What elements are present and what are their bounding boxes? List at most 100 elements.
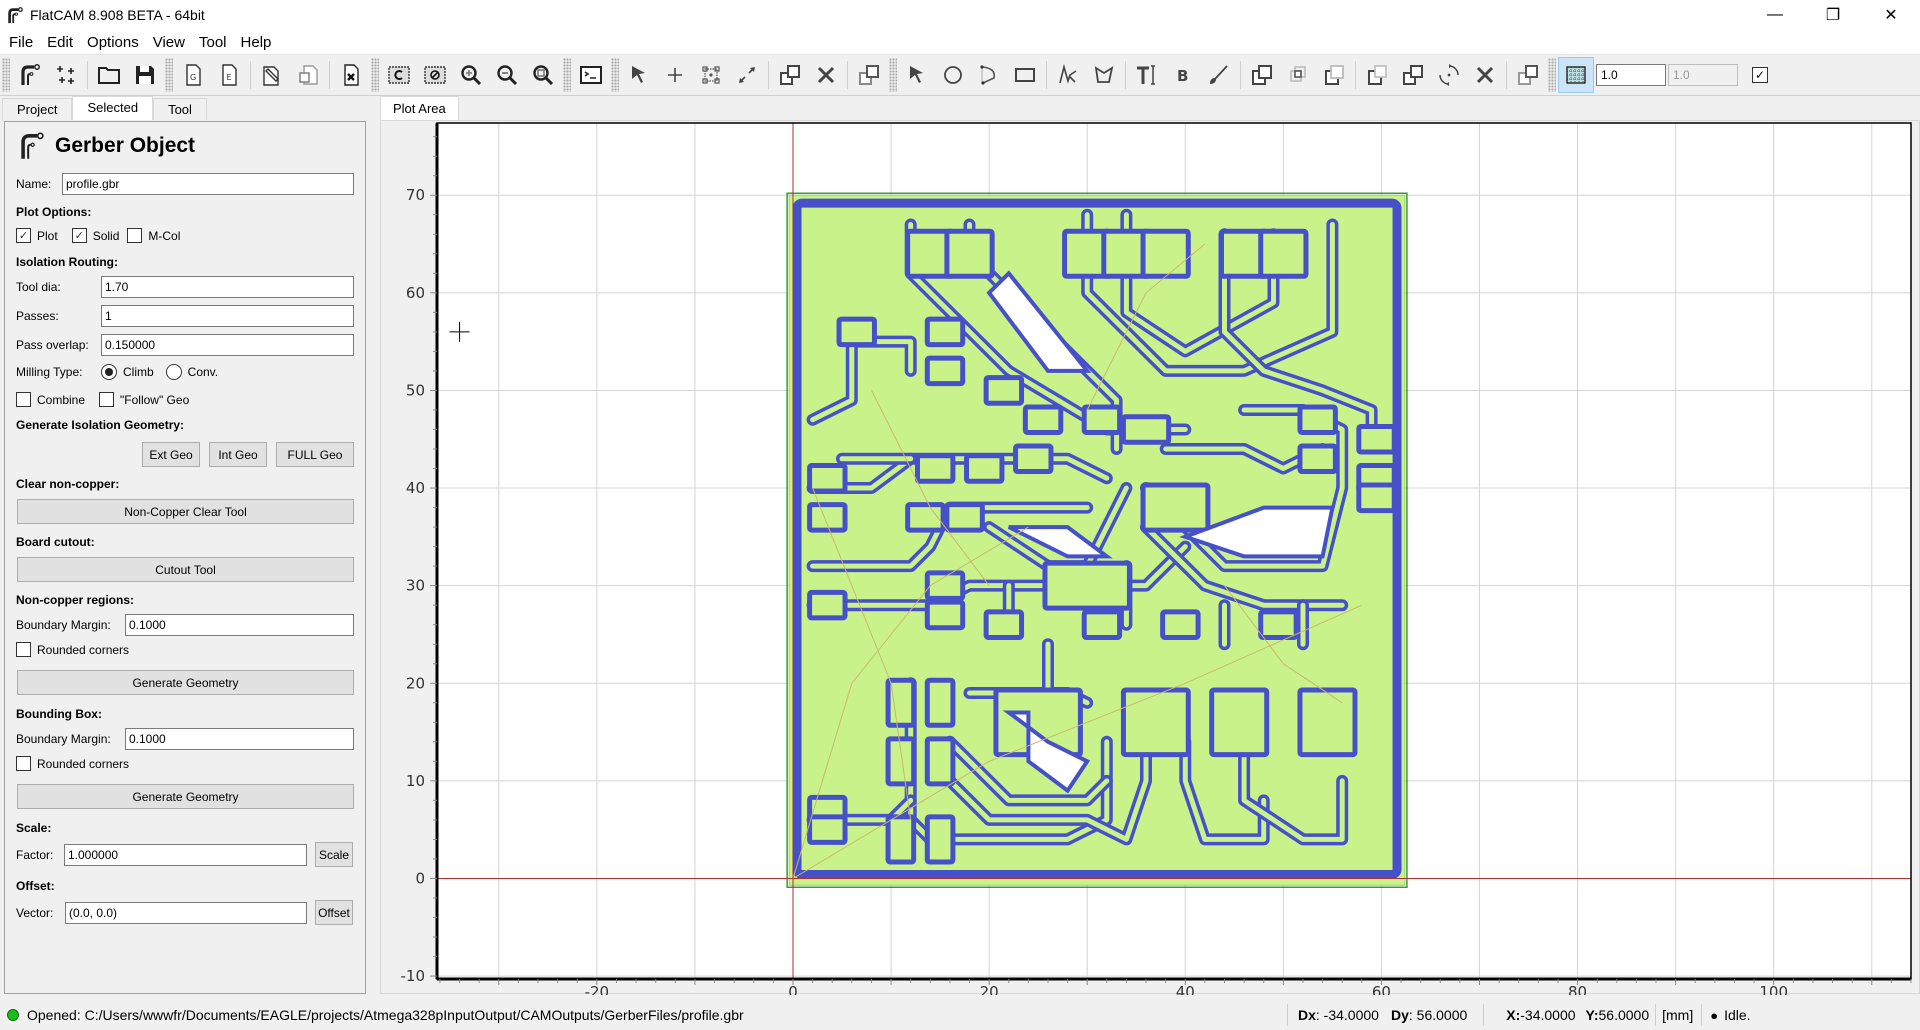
open-gerber-icon[interactable]: G <box>175 57 211 93</box>
passes-label: Passes: <box>16 309 59 323</box>
plot-label: Plot <box>37 228 58 243</box>
transform-icon[interactable] <box>772 57 808 93</box>
int-geo-button[interactable]: Int Geo <box>209 442 267 467</box>
grid-snap-toggle[interactable] <box>1558 57 1594 93</box>
full-geo-button[interactable]: FULL Geo <box>276 442 354 467</box>
offset-vector-input[interactable] <box>65 901 307 924</box>
zoom-out-icon[interactable] <box>489 57 525 93</box>
rotate-icon[interactable] <box>1431 57 1467 93</box>
join-icon[interactable] <box>851 57 887 93</box>
subtract-icon[interactable] <box>1316 57 1352 93</box>
passes-input[interactable] <box>101 305 354 327</box>
rectangle-icon[interactable] <box>1007 57 1043 93</box>
status-led-icon <box>7 1009 19 1021</box>
scale-factor-input[interactable] <box>64 843 307 866</box>
circle-icon[interactable] <box>935 57 971 93</box>
menu-help[interactable]: Help <box>234 34 279 51</box>
arc-icon[interactable] <box>971 57 1007 93</box>
tool-dia-input[interactable] <box>101 276 354 298</box>
select-icon[interactable] <box>621 57 657 93</box>
zoom-in-icon[interactable] <box>453 57 489 93</box>
solid-checkbox[interactable]: ✓ <box>71 228 87 243</box>
minimize-button[interactable]: — <box>1746 0 1804 30</box>
bb-generate-geometry-button[interactable]: Generate Geometry <box>17 784 354 809</box>
conv-radio[interactable] <box>165 364 182 380</box>
toolbar-grip[interactable] <box>2 58 10 92</box>
bb-boundary-margin-input[interactable] <box>125 728 354 750</box>
plot-options-header: Plot Options: <box>16 205 92 219</box>
move-icon[interactable] <box>729 57 765 93</box>
pass-overlap-input[interactable] <box>101 334 354 356</box>
follow-geo-checkbox[interactable] <box>99 392 115 407</box>
nc-generate-geometry-button[interactable]: Generate Geometry <box>17 670 354 695</box>
x-tick-label: 40 <box>1176 983 1195 995</box>
copy-geometry-icon[interactable] <box>693 57 729 93</box>
plot-canvas[interactable]: -20 0 20 40 60 80 100 -10 0 10 20 30 40 50 60 70 <box>381 121 1920 995</box>
open-folder-icon[interactable] <box>91 57 127 93</box>
replot-icon[interactable] <box>381 57 417 93</box>
tab-plot-area[interactable]: Plot Area <box>380 96 459 120</box>
path-icon[interactable] <box>1050 57 1086 93</box>
name-input[interactable] <box>62 173 354 195</box>
close-button[interactable]: ✕ <box>1862 0 1920 30</box>
polygon-icon[interactable] <box>1086 57 1122 93</box>
pad <box>1120 414 1172 445</box>
intersection-icon[interactable] <box>1280 57 1316 93</box>
y-tick-label: 10 <box>406 772 425 790</box>
text-icon[interactable] <box>1129 57 1165 93</box>
zoom-fit-icon[interactable] <box>525 57 561 93</box>
scale-button[interactable]: Scale <box>315 842 353 867</box>
mcol-checkbox[interactable] <box>127 228 143 243</box>
new-project-icon[interactable] <box>12 57 48 93</box>
select-arrow-icon[interactable] <box>899 57 935 93</box>
combine-checkbox[interactable] <box>16 392 31 407</box>
grid-x-input[interactable] <box>1596 64 1666 86</box>
pad <box>924 355 966 387</box>
cut-icon[interactable] <box>1359 57 1395 93</box>
follow-geo-label: "Follow" Geo <box>120 392 190 407</box>
pad <box>1297 443 1338 475</box>
new-document-icon[interactable] <box>290 57 326 93</box>
add-point-icon[interactable] <box>657 57 693 93</box>
ext-geo-button[interactable]: Ext Geo <box>142 442 200 467</box>
save-icon[interactable] <box>127 57 163 93</box>
non-copper-clear-tool-button[interactable]: Non-Copper Clear Tool <box>17 499 354 524</box>
move-shape-icon[interactable] <box>1510 57 1546 93</box>
clear-plot-icon[interactable] <box>417 57 453 93</box>
delete-icon[interactable] <box>1467 57 1503 93</box>
y-tick-label: 20 <box>406 674 425 692</box>
open-excellon-icon[interactable]: E <box>211 57 247 93</box>
menu-view[interactable]: View <box>146 34 192 51</box>
paint-icon[interactable] <box>1201 57 1237 93</box>
buffer-icon[interactable]: B <box>1165 57 1201 93</box>
plot-checkbox[interactable]: ✓ <box>16 228 31 243</box>
climb-radio[interactable] <box>101 364 117 380</box>
tab-project[interactable]: Project <box>2 98 73 120</box>
grid-y-input[interactable] <box>1668 64 1738 86</box>
nc-boundary-margin-input[interactable] <box>125 614 354 636</box>
edit-icon[interactable] <box>254 57 290 93</box>
bb-rounded-corners-checkbox[interactable] <box>16 756 31 771</box>
pad <box>924 814 956 865</box>
delete-shape-icon[interactable] <box>808 57 844 93</box>
delete-object-icon[interactable] <box>333 57 369 93</box>
tab-selected[interactable]: Selected <box>72 96 154 120</box>
new-geometry-icon[interactable] <box>48 57 84 93</box>
pad <box>924 316 966 348</box>
copy-shape-icon[interactable] <box>1395 57 1431 93</box>
menu-tool[interactable]: Tool <box>192 34 234 51</box>
nc-rounded-corners-checkbox[interactable] <box>16 642 31 657</box>
shell-icon[interactable] <box>573 57 609 93</box>
menu-file[interactable]: File <box>2 34 40 51</box>
nc-boundary-margin-label: Boundary Margin: <box>16 618 111 632</box>
plot-area[interactable]: -20 0 20 40 60 80 100 -10 0 10 20 30 40 50 60 70 <box>380 120 1920 995</box>
menu-options[interactable]: Options <box>80 34 146 51</box>
offset-button[interactable]: Offset <box>315 900 353 925</box>
grid-lock-checkbox[interactable]: ✓ <box>1752 67 1768 83</box>
union-icon[interactable] <box>1244 57 1280 93</box>
tab-tool[interactable]: Tool <box>153 98 207 120</box>
title-bar: FlatCAM 8.908 BETA - 64bit — ❐ ✕ <box>0 0 1920 30</box>
menu-edit[interactable]: Edit <box>40 34 80 51</box>
cutout-tool-button[interactable]: Cutout Tool <box>17 557 354 582</box>
maximize-button[interactable]: ❐ <box>1804 0 1862 30</box>
